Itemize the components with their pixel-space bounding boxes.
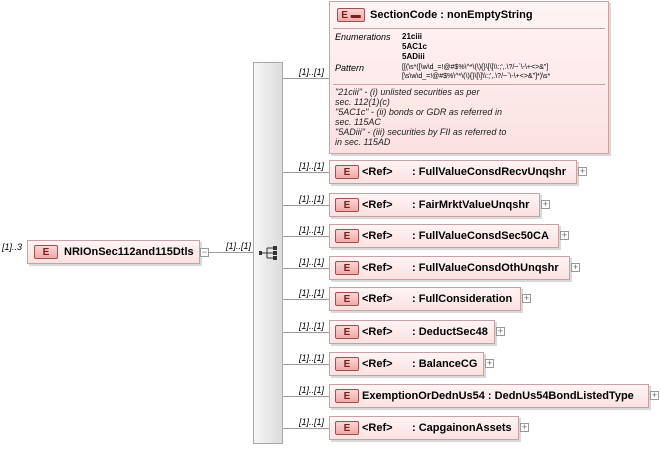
child-multiplicity: [1]..[1]: [299, 225, 325, 235]
plus-icon[interactable]: +: [650, 391, 659, 400]
connector-sectioncode: [283, 78, 329, 79]
element-icon: E: [335, 292, 359, 306]
ref-label: <Ref>: [362, 230, 393, 242]
sequence-multiplicity: [1]..[1]: [226, 241, 252, 251]
connector: [283, 332, 329, 333]
plus-icon[interactable]: +: [578, 167, 587, 176]
child-multiplicity: [1]..[1]: [299, 385, 325, 395]
divider: [333, 84, 605, 85]
plus-icon[interactable]: +: [522, 294, 531, 303]
child-element-fairmrktvalueunqshr[interactable]: E <Ref> : FairMrktValueUnqshr: [329, 193, 540, 217]
sectioncode-name: SectionCode : nonEmptyString: [370, 9, 533, 21]
enumeration-value: 5ADiii: [402, 52, 425, 61]
ref-label: <Ref>: [362, 358, 393, 370]
enumerations-label: Enumerations: [335, 32, 391, 42]
child-name: : DeductSec48: [412, 326, 488, 338]
child-name: ExemptionOrDednUs54 : DednUs54BondListed…: [362, 390, 634, 402]
element-icon: E: [335, 261, 359, 275]
connector: [283, 396, 329, 397]
plus-icon[interactable]: +: [485, 359, 494, 368]
connector-root: [209, 252, 253, 253]
child-multiplicity: [1]..[1]: [299, 257, 325, 267]
sequence-icon: [259, 246, 277, 260]
child-element-fullvalueconsdsec50ca[interactable]: E <Ref> : FullValueConsdSec50CA: [329, 224, 559, 248]
child-multiplicity: [1]..[1]: [299, 417, 325, 427]
sectioncode-element[interactable]: E ▬ SectionCode : nonEmptyString Enumera…: [329, 1, 609, 154]
ref-label: <Ref>: [362, 166, 393, 178]
child-element-fullvalueconsdothunqshr[interactable]: E <Ref> : FullValueConsdOthUnqshr: [329, 256, 570, 280]
element-facet-icon: E ▬: [337, 8, 365, 22]
child-multiplicity: [1]..[1]: [299, 288, 325, 298]
element-icon: E: [335, 389, 359, 403]
plus-icon[interactable]: +: [560, 231, 569, 240]
connector: [283, 236, 329, 237]
root-multiplicity: [1]..3: [2, 242, 23, 252]
child-name: : FullValueConsdRecvUnqshr: [412, 166, 567, 178]
connector: [283, 299, 329, 300]
ref-label: <Ref>: [362, 293, 393, 305]
sectioncode-multiplicity: [1]..[1]: [299, 67, 325, 77]
child-name: : FairMrktValueUnqshr: [412, 199, 530, 211]
plus-icon[interactable]: +: [571, 263, 580, 272]
child-element-capgainonassets[interactable]: E <Ref> : CapgainonAssets: [329, 416, 519, 440]
child-name: : FullConsideration: [412, 293, 513, 305]
connector: [283, 268, 329, 269]
minus-icon[interactable]: −: [200, 248, 209, 257]
child-multiplicity: [1]..[1]: [299, 194, 325, 204]
ref-label: <Ref>: [362, 326, 393, 338]
pattern-line: [[(\s*([\w\d_=!@#$%\^*\(\){}\[\]\\:;',.\…: [402, 64, 549, 71]
enumeration-value: 21ciii: [402, 32, 423, 41]
element-icon: E: [34, 245, 58, 259]
documentation-line: "21ciii" - (i) unlisted securities as pe…: [335, 87, 480, 97]
plus-icon[interactable]: +: [496, 327, 505, 336]
connector: [283, 428, 329, 429]
pattern-label: Pattern: [335, 63, 365, 73]
connector: [283, 364, 329, 365]
documentation-line: sec. 112(1)(c): [335, 97, 390, 107]
divider: [333, 28, 605, 29]
child-element-exemptionordednus54[interactable]: E ExemptionOrDednUs54 : DednUs54BondList…: [329, 384, 649, 408]
documentation-line: in sec. 115AD: [335, 137, 391, 147]
connector: [283, 205, 329, 206]
ref-label: <Ref>: [362, 199, 393, 211]
plus-icon[interactable]: +: [520, 423, 529, 432]
documentation-line: "5AC1c" - (ii) bonds or GDR as referred …: [335, 107, 502, 117]
enumeration-value: 5AC1c: [402, 42, 427, 51]
child-multiplicity: [1]..[1]: [299, 161, 325, 171]
child-name: : CapgainonAssets: [412, 422, 512, 434]
plus-icon[interactable]: +: [541, 200, 550, 209]
element-icon: E: [335, 165, 359, 179]
element-icon: E: [335, 198, 359, 212]
child-name: : BalanceCG: [412, 358, 478, 370]
root-element-name: NRIOnSec112and115Dtls: [64, 246, 194, 258]
element-icon: E: [335, 325, 359, 339]
child-element-fullconsideration[interactable]: E <Ref> : FullConsideration: [329, 287, 521, 311]
child-element-balancecg[interactable]: E <Ref> : BalanceCG: [329, 352, 484, 376]
element-icon: E: [335, 357, 359, 371]
root-element[interactable]: E NRIOnSec112and115Dtls: [27, 240, 200, 264]
child-element-deductsec48[interactable]: E <Ref> : DeductSec48: [329, 320, 495, 344]
element-icon: E: [335, 421, 359, 435]
sequence-compositor[interactable]: [253, 62, 283, 444]
element-icon: E: [335, 229, 359, 243]
documentation-line: sec. 115AC: [335, 117, 381, 127]
child-element-fullvalueconsdrecvunqshr[interactable]: E <Ref> : FullValueConsdRecvUnqshr: [329, 160, 577, 184]
child-name: : FullValueConsdOthUnqshr: [412, 262, 559, 274]
documentation-line: "5ADiii" - (iii) securities by FII as re…: [335, 127, 507, 137]
pattern-line: [\s\w\d_=!@#$%\^*\(\){}\[\]\\:;',.\?/~`\…: [402, 73, 551, 80]
connector: [283, 172, 329, 173]
ref-label: <Ref>: [362, 262, 393, 274]
child-name: : FullValueConsdSec50CA: [412, 230, 549, 242]
ref-label: <Ref>: [362, 422, 393, 434]
child-multiplicity: [1]..[1]: [299, 353, 325, 363]
child-multiplicity: [1]..[1]: [299, 321, 325, 331]
